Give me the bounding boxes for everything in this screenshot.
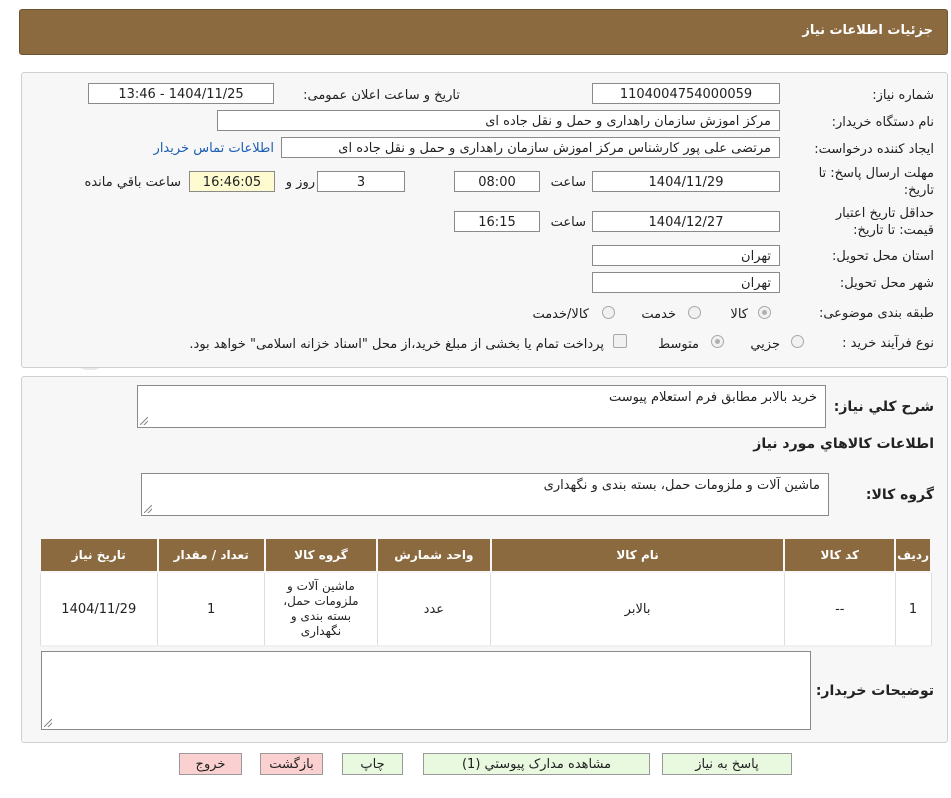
category-service-radio[interactable] — [688, 306, 701, 319]
cell-row-number: 1 — [894, 571, 932, 647]
deadline-date-field: 1404/11/29 — [592, 171, 780, 192]
page-title: جزئیات اطلاعات نیاز — [802, 23, 933, 38]
exit-button[interactable]: خروج — [179, 753, 242, 775]
process-minor-label: جزیي — [750, 337, 780, 352]
category-service-label: خدمت — [641, 307, 676, 322]
validity-label-2: قیمت: تا تاریخ: — [853, 223, 934, 238]
validity-time-label: ساعت — [550, 215, 586, 230]
goods-table: رديف کد کالا نام کالا واحد شمارش گروه کا… — [39, 537, 932, 647]
deadline-time-field: 08:00 — [454, 171, 540, 192]
creator-field: مرتضی علی پور کارشناس مرکز اموزش سازمان … — [281, 137, 780, 158]
buyer-org-label: نام دستگاه خریدار: — [831, 115, 934, 130]
creator-label: ایجاد کننده درخواست: — [814, 142, 934, 157]
process-minor-radio[interactable] — [791, 335, 804, 348]
remaining-time-label: ساعت باقي مانده — [84, 175, 181, 190]
announce-datetime-field: 1404/11/25 - 13:46 — [88, 83, 274, 104]
validity-time-field: 16:15 — [454, 211, 540, 232]
buyer-notes-label: توضیحات خریدار: — [815, 683, 934, 699]
goods-table-header: رديف کد کالا نام کالا واحد شمارش گروه کا… — [39, 537, 932, 573]
category-both-radio[interactable] — [602, 306, 615, 319]
resize-grip-icon[interactable] — [144, 505, 152, 513]
announce-label: تاریخ و ساعت اعلان عمومی: — [303, 88, 460, 103]
goods-section-title: اطلاعات کالاهاي مورد نياز — [753, 436, 934, 452]
need-number-field: 1104004754000059 — [592, 83, 780, 104]
back-button[interactable]: بازگشت — [260, 753, 323, 775]
remaining-time-field: 16:46:05 — [189, 171, 275, 192]
cell-goods-name: بالابر — [490, 571, 785, 647]
col-quantity: تعداد / مقدار — [156, 537, 266, 573]
cell-unit: عدد — [376, 571, 492, 647]
description-field: خرید بالابر مطابق فرم استعلام پیوست — [137, 385, 826, 428]
buyer-org-field: مرکز اموزش سازمان راهداری و حمل و نقل جا… — [217, 110, 780, 131]
category-goods-radio[interactable] — [758, 306, 771, 319]
reply-button[interactable]: پاسخ به نياز — [662, 753, 792, 775]
col-need-date: تاریخ نیاز — [39, 537, 159, 573]
cell-need-date: 1404/11/29 — [39, 571, 159, 647]
category-label: طبقه بندی موضوعی: — [818, 306, 934, 321]
description-label: شرح کلي نياز: — [833, 399, 934, 415]
resize-grip-icon[interactable] — [140, 417, 148, 425]
description-text: خرید بالابر مطابق فرم استعلام پیوست — [609, 390, 817, 405]
need-number-label: شماره نیاز: — [872, 88, 934, 103]
col-goods-group: گروه کالا — [263, 537, 379, 573]
goods-group-field: ماشین آلات و ملزومات حمل، بسته بندی و نگ… — [141, 473, 829, 516]
category-both-label: کالا/خدمت — [532, 307, 589, 322]
col-goods-code: کد کالا — [783, 537, 897, 573]
cell-goods-group: ماشین آلات و ملزومات حمل، بسته بندی و نگ… — [264, 571, 378, 647]
city-field: تهران — [592, 272, 780, 293]
goods-group-text: ماشین آلات و ملزومات حمل، بسته بندی و نگ… — [543, 478, 820, 493]
goods-group-label: گروه کالا: — [865, 487, 934, 503]
category-goods-label: کالا — [730, 307, 748, 322]
buyer-contact-link[interactable]: اطلاعات تماس خریدار — [154, 141, 274, 156]
view-attachments-button[interactable]: مشاهده مدارک پيوستي (1) — [423, 753, 650, 775]
cell-quantity: 1 — [157, 571, 266, 647]
province-label: استان محل تحویل: — [832, 249, 934, 264]
validity-date-field: 1404/12/27 — [592, 211, 780, 232]
process-label: نوع فرآیند خرید : — [842, 336, 934, 351]
treasury-payment-note: پرداخت تمام یا بخشی از مبلغ خرید،از محل … — [189, 337, 604, 352]
buyer-notes-field — [41, 651, 811, 730]
print-button[interactable]: چاپ — [342, 753, 403, 775]
city-label: شهر محل تحویل: — [839, 276, 934, 291]
deadline-label: مهلت ارسال پاسخ: تا — [818, 166, 934, 181]
col-unit: واحد شمارش — [376, 537, 492, 573]
process-medium-radio[interactable] — [711, 335, 724, 348]
cell-goods-code: -- — [783, 571, 896, 647]
validity-label: حداقل تاریخ اعتبار — [835, 206, 934, 221]
process-medium-label: متوسط — [658, 337, 699, 352]
table-row: 1 -- بالابر عدد ماشین آلات و ملزومات حمل… — [39, 571, 932, 647]
deadline-time-label: ساعت — [550, 175, 586, 190]
page-header: جزئیات اطلاعات نیاز — [19, 9, 948, 55]
days-label: روز و — [285, 175, 315, 190]
col-goods-name: نام کالا — [489, 537, 786, 573]
treasury-payment-checkbox[interactable] — [613, 334, 627, 348]
days-remaining-field: 3 — [317, 171, 405, 192]
province-field: تهران — [592, 245, 780, 266]
col-row-number: رديف — [894, 537, 932, 573]
resize-grip-icon[interactable] — [44, 719, 52, 727]
deadline-label-2: تاریخ: — [903, 183, 934, 198]
